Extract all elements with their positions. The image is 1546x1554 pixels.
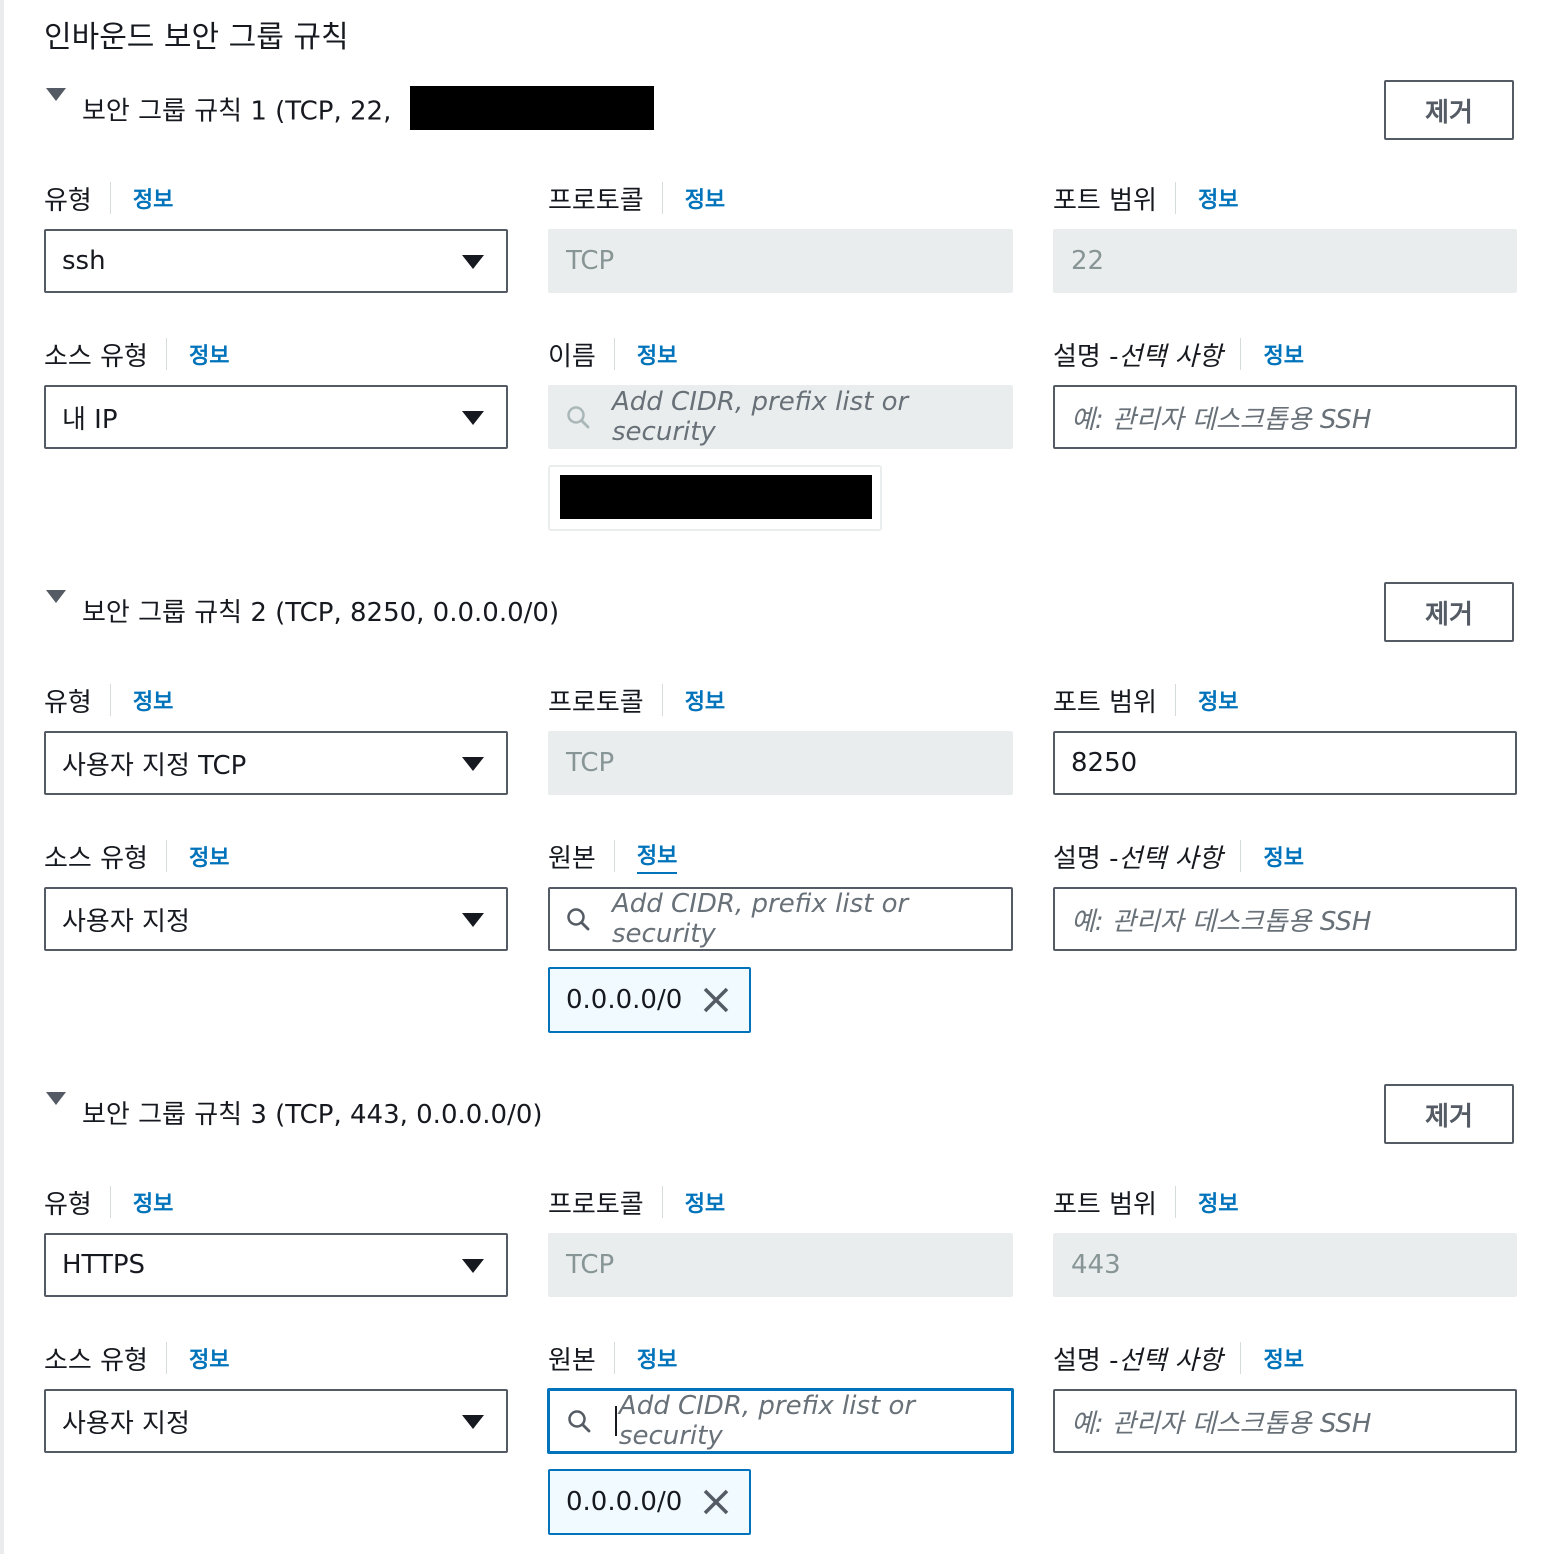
- rule-2-source-token: 0.0.0.0/0: [548, 967, 751, 1033]
- close-icon[interactable]: [701, 985, 731, 1015]
- rule-1-type-select[interactable]: ssh: [44, 229, 508, 293]
- search-icon: [568, 1410, 591, 1433]
- info-link[interactable]: 정보: [1198, 1186, 1238, 1218]
- rule-1-remove-button[interactable]: 제거: [1384, 80, 1514, 140]
- rule-2-protocol-label: 프로토콜 정보: [548, 680, 725, 720]
- rule-2-title: 보안 그룹 규칙 2 (TCP, 8250, 0.0.0.0/0): [82, 598, 560, 628]
- rule-1-protocol-label: 프로토콜 정보: [548, 178, 725, 218]
- info-link[interactable]: 정보: [1198, 182, 1238, 214]
- info-link[interactable]: 정보: [133, 684, 173, 716]
- info-link[interactable]: 정보: [636, 838, 678, 874]
- rule-3-port-label: 포트 범위 정보: [1053, 1182, 1238, 1222]
- rule-1-header[interactable]: 보안 그룹 규칙 1 (TCP, 22, ) 제거: [44, 80, 1516, 140]
- rule-1-title: 보안 그룹 규칙 1 (TCP, 22, ): [82, 86, 656, 134]
- section-title: 인바운드 보안 그룹 규칙: [44, 20, 349, 55]
- rule-1-source-search: Add CIDR, prefix list or security: [548, 385, 1013, 449]
- rule-3-source-search[interactable]: Add CIDR, prefix list or security: [547, 1388, 1014, 1454]
- dropdown-arrow-icon: [462, 913, 484, 927]
- info-link[interactable]: 정보: [685, 684, 725, 716]
- rule-1-name-label: 이름 정보: [548, 334, 677, 374]
- rule-2-type-label: 유형 정보: [44, 680, 173, 720]
- rule-3-protocol-field: TCP: [548, 1233, 1013, 1297]
- search-icon: [567, 406, 590, 429]
- search-icon: [567, 908, 590, 931]
- info-link[interactable]: 정보: [133, 1186, 173, 1218]
- rule-3-description-label: 설명 - 선택 사항 정보: [1053, 1338, 1304, 1378]
- rule-1-source-type-label: 소스 유형 정보: [44, 334, 229, 374]
- rule-1-protocol-field: TCP: [548, 229, 1013, 293]
- redacted-block: [409, 86, 654, 130]
- left-border: [0, 0, 4, 1554]
- rule-3-source-token: 0.0.0.0/0: [548, 1469, 751, 1535]
- rule-1-port-field: 22: [1053, 229, 1517, 293]
- rule-2-protocol-field: TCP: [548, 731, 1013, 795]
- rule-3-remove-button[interactable]: 제거: [1384, 1084, 1514, 1144]
- rule-3-protocol-label: 프로토콜 정보: [548, 1182, 725, 1222]
- rule-2-source-search[interactable]: Add CIDR, prefix list or security: [548, 887, 1013, 951]
- info-link[interactable]: 정보: [189, 840, 229, 872]
- rule-3-header[interactable]: 보안 그룹 규칙 3 (TCP, 443, 0.0.0.0/0) 제거: [44, 1084, 1516, 1144]
- rule-1-source-token-redacted: [548, 465, 882, 531]
- info-link[interactable]: 정보: [637, 338, 677, 370]
- rule-1-description-label: 설명 - 선택 사항 정보: [1053, 334, 1304, 374]
- rule-2-source-label: 원본 정보: [548, 836, 678, 876]
- rule-3-port-field: 443: [1053, 1233, 1517, 1297]
- rule-2-port-input[interactable]: 8250: [1053, 731, 1517, 795]
- dropdown-arrow-icon: [462, 411, 484, 425]
- dropdown-arrow-icon: [462, 1259, 484, 1273]
- info-link[interactable]: 정보: [1263, 338, 1303, 370]
- info-link[interactable]: 정보: [189, 1342, 229, 1374]
- info-link[interactable]: 정보: [189, 338, 229, 370]
- rule-3-source-type-select[interactable]: 사용자 지정: [44, 1389, 508, 1453]
- close-icon[interactable]: [701, 1487, 731, 1517]
- rule-2-source-type-select[interactable]: 사용자 지정: [44, 887, 508, 951]
- rule-3-source-type-label: 소스 유형 정보: [44, 1338, 229, 1378]
- info-link[interactable]: 정보: [1198, 684, 1238, 716]
- rule-3-description-input[interactable]: 예: 관리자 데스크톱용 SSH: [1053, 1389, 1517, 1453]
- rule-3-type-select[interactable]: HTTPS: [44, 1233, 508, 1297]
- info-link[interactable]: 정보: [1263, 840, 1303, 872]
- rule-2-header[interactable]: 보안 그룹 규칙 2 (TCP, 8250, 0.0.0.0/0) 제거: [44, 582, 1516, 642]
- rule-2-description-label: 설명 - 선택 사항 정보: [1053, 836, 1304, 876]
- caret-down-icon[interactable]: [46, 88, 66, 101]
- rule-1-type-label: 유형 정보: [44, 178, 173, 218]
- rule-3-type-label: 유형 정보: [44, 1182, 173, 1222]
- rule-1-source-type-select[interactable]: 내 IP: [44, 385, 508, 449]
- dropdown-arrow-icon: [462, 1415, 484, 1429]
- rule-2-port-label: 포트 범위 정보: [1053, 680, 1238, 720]
- rule-3-title: 보안 그룹 규칙 3 (TCP, 443, 0.0.0.0/0): [82, 1100, 543, 1130]
- rule-3-source-label: 원본 정보: [548, 1338, 677, 1378]
- info-link[interactable]: 정보: [133, 182, 173, 214]
- dropdown-arrow-icon: [462, 255, 484, 269]
- redacted-block: [560, 475, 872, 519]
- rule-2-remove-button[interactable]: 제거: [1384, 582, 1514, 642]
- rule-2-description-input[interactable]: 예: 관리자 데스크톱용 SSH: [1053, 887, 1517, 951]
- rule-1-port-label: 포트 범위 정보: [1053, 178, 1238, 218]
- info-link[interactable]: 정보: [1263, 1342, 1303, 1374]
- info-link[interactable]: 정보: [685, 182, 725, 214]
- info-link[interactable]: 정보: [637, 1342, 677, 1374]
- rule-2-source-type-label: 소스 유형 정보: [44, 836, 229, 876]
- caret-down-icon[interactable]: [46, 590, 66, 603]
- caret-down-icon[interactable]: [46, 1092, 66, 1105]
- text-cursor: [615, 1406, 617, 1436]
- dropdown-arrow-icon: [462, 757, 484, 771]
- rule-2-type-select[interactable]: 사용자 지정 TCP: [44, 731, 508, 795]
- rule-1-description-input[interactable]: 예: 관리자 데스크톱용 SSH: [1053, 385, 1517, 449]
- info-link[interactable]: 정보: [685, 1186, 725, 1218]
